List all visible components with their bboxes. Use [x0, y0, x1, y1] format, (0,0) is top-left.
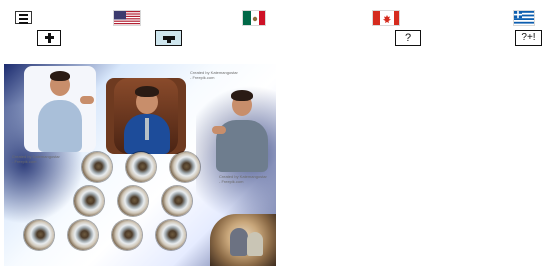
usa-flag-svg — [114, 11, 140, 25]
app-screen: ? ?+! Created by Katemangostar - Freepik… — [0, 0, 543, 266]
businessman-right — [210, 80, 276, 172]
artwork-figure-left — [230, 228, 248, 256]
businessman-left-hand — [80, 96, 94, 104]
globe-coin — [24, 220, 54, 250]
businessman-right-hand — [212, 126, 226, 134]
businessman-right-hair — [231, 90, 253, 101]
globe-coin — [74, 186, 104, 216]
mexico-flag-icon[interactable] — [242, 10, 266, 26]
menu-bar-middle — [19, 18, 28, 20]
globe-coin — [112, 220, 142, 250]
menu-icon[interactable] — [15, 11, 32, 24]
hero-collage-image: Created by Katemangostar - Freepik.com C… — [4, 64, 276, 266]
globe-coin — [118, 186, 148, 216]
canada-flag-svg — [373, 11, 399, 25]
globe-coin — [170, 152, 200, 182]
businessman-center-tie — [145, 118, 149, 140]
graduation-cap-button[interactable] — [155, 30, 182, 46]
globe-coin — [156, 220, 186, 250]
globe-coin — [82, 152, 112, 182]
caption-right: Created by Katemangostar - Freepik.com — [219, 174, 267, 184]
usa-flag-icon[interactable] — [113, 10, 141, 26]
graduation-cap-icon-base — [167, 40, 171, 43]
businessman-left-hair — [50, 71, 70, 81]
globe-coin — [68, 220, 98, 250]
caption-left: Created by Katemangostar - Freepik.com — [12, 154, 60, 164]
artwork-figure-right — [247, 232, 263, 256]
caption-top: Created by Katemangostar - Freepik.com — [190, 70, 238, 80]
businessman-center-hair — [135, 86, 159, 97]
greece-flag-icon[interactable] — [513, 10, 535, 26]
help-plus-button[interactable]: ?+! — [515, 30, 542, 46]
bottom-right-artwork — [210, 214, 276, 266]
globe-coin — [126, 152, 156, 182]
canada-flag-icon[interactable] — [372, 10, 400, 26]
greece-flag-svg — [514, 11, 534, 25]
menu-bar-bottom — [19, 22, 28, 24]
mexico-flag-svg — [243, 11, 265, 25]
cross-button[interactable] — [37, 30, 61, 46]
menu-bar-top — [19, 14, 28, 16]
businessman-center — [106, 78, 186, 154]
businessman-left — [24, 66, 96, 152]
cross-icon-horizontal — [45, 36, 54, 39]
globe-coin — [162, 186, 192, 216]
businessman-left-shirt — [38, 100, 82, 152]
help-button[interactable]: ? — [395, 30, 421, 46]
